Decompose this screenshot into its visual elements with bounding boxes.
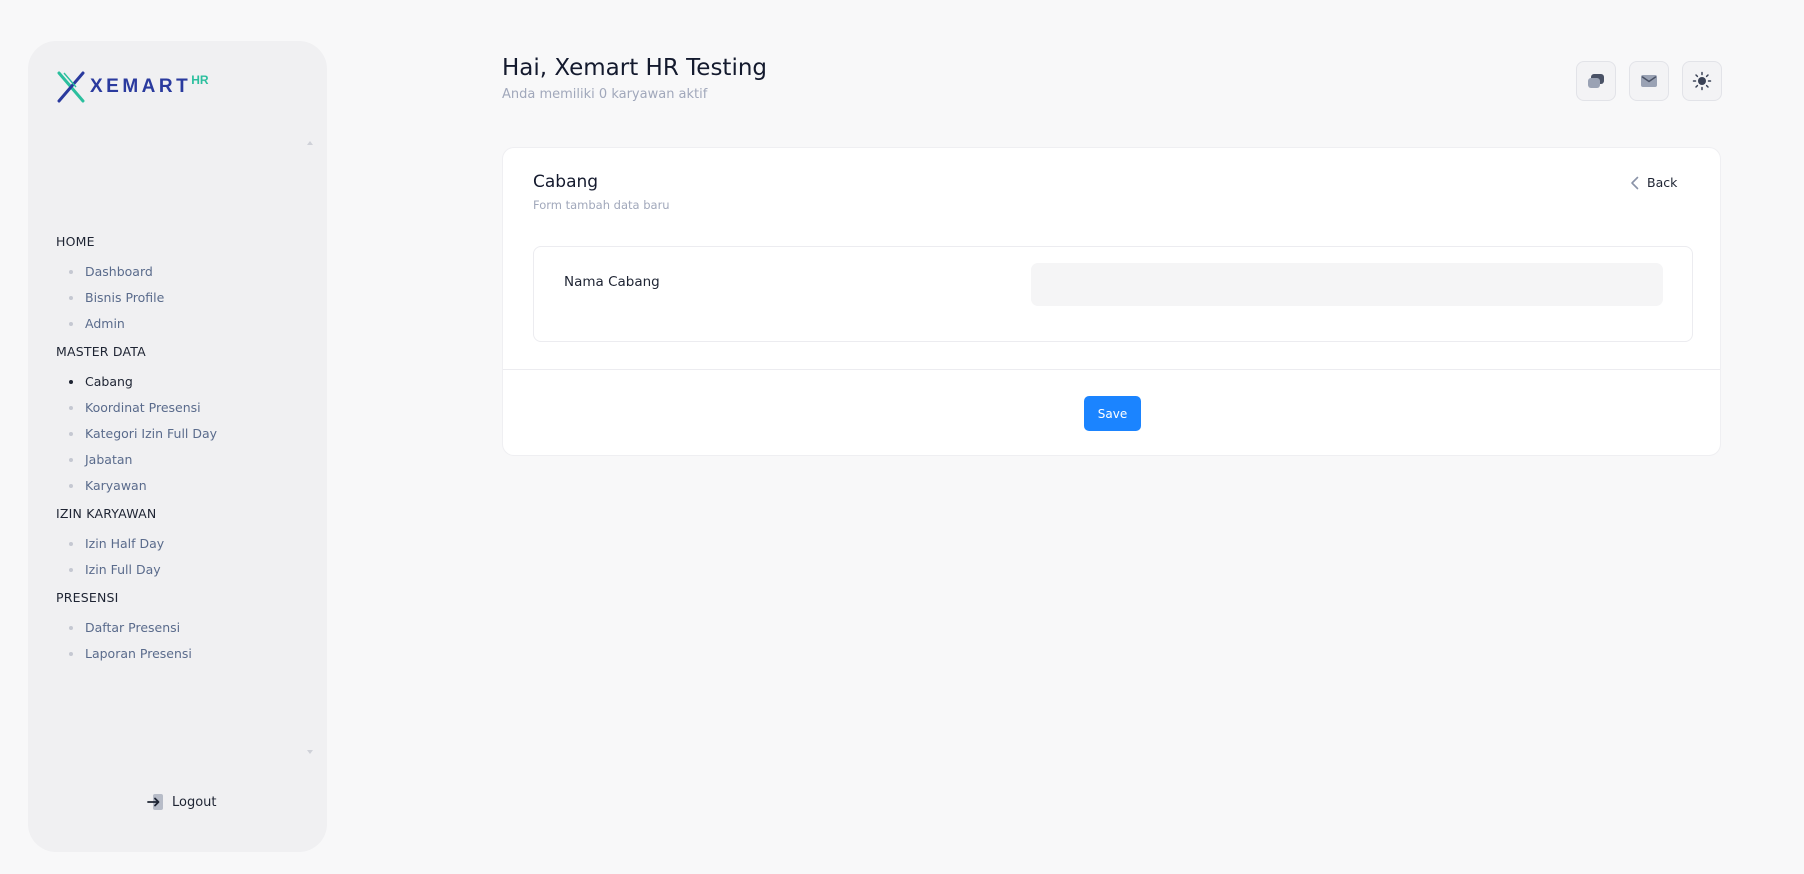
nama-cabang-input[interactable] xyxy=(1031,263,1663,306)
sidebar-item-cabang[interactable]: Cabang xyxy=(56,369,306,395)
page-greeting: Hai, Xemart HR Testing xyxy=(502,55,768,81)
chevron-left-icon xyxy=(1631,176,1639,189)
nama-cabang-label: Nama Cabang xyxy=(564,274,660,290)
logo-text: XEMART xyxy=(90,76,192,97)
mail-button[interactable] xyxy=(1629,61,1669,101)
chat-button[interactable] xyxy=(1576,61,1616,101)
chat-icon xyxy=(1588,74,1604,88)
sidebar-item-kategori-izin-full-day[interactable]: Kategori Izin Full Day xyxy=(56,421,306,447)
nav-list-presensi: Daftar Presensi Laporan Presensi xyxy=(56,615,306,667)
scroll-up-arrow[interactable] xyxy=(307,141,313,145)
save-button[interactable]: Save xyxy=(1084,396,1141,431)
xemart-hr-logo[interactable]: XEMART HR xyxy=(56,70,209,104)
sidebar-item-jabatan[interactable]: Jabatan xyxy=(56,447,306,473)
nav-section-izin-karyawan: IZIN KARYAWAN xyxy=(56,506,157,521)
theme-toggle-button[interactable] xyxy=(1682,61,1722,101)
nav-section-master-data: MASTER DATA xyxy=(56,344,146,359)
logo-superscript: HR xyxy=(191,73,209,87)
sidebar-item-karyawan[interactable]: Karyawan xyxy=(56,473,306,499)
sun-icon xyxy=(1692,71,1712,91)
sidebar-item-izin-half-day[interactable]: Izin Half Day xyxy=(56,531,306,557)
sidebar-item-laporan-presensi[interactable]: Laporan Presensi xyxy=(56,641,306,667)
sidebar-item-admin[interactable]: Admin xyxy=(56,311,306,337)
logout-button[interactable]: Logout xyxy=(146,792,217,812)
sidebar-item-bisnis-profile[interactable]: Bisnis Profile xyxy=(56,285,306,311)
nav-list-home: Dashboard Bisnis Profile Admin xyxy=(56,259,306,337)
nav-list-master-data: Cabang Koordinat Presensi Kategori Izin … xyxy=(56,369,306,499)
sidebar: XEMART HR HOME Dashboard Bisnis Profile … xyxy=(28,41,327,852)
xemart-logo-icon xyxy=(57,71,85,103)
mail-icon xyxy=(1641,75,1657,87)
nav-section-home: HOME xyxy=(56,234,95,249)
logout-label: Logout xyxy=(172,794,217,810)
logout-icon xyxy=(147,794,163,810)
active-employee-count: Anda memiliki 0 karyawan aktif xyxy=(502,87,708,102)
sidebar-item-dashboard[interactable]: Dashboard xyxy=(56,259,306,285)
card-title: Cabang xyxy=(533,172,599,192)
form-field-box: Nama Cabang xyxy=(533,246,1693,342)
nav-list-izin-karyawan: Izin Half Day Izin Full Day xyxy=(56,531,306,583)
sidebar-item-izin-full-day[interactable]: Izin Full Day xyxy=(56,557,306,583)
sidebar-item-koordinat-presensi[interactable]: Koordinat Presensi xyxy=(56,395,306,421)
card-subtitle: Form tambah data baru xyxy=(533,198,670,212)
scroll-down-arrow[interactable] xyxy=(307,750,313,754)
back-label: Back xyxy=(1647,175,1678,190)
sidebar-item-daftar-presensi[interactable]: Daftar Presensi xyxy=(56,615,306,641)
back-button[interactable]: Back xyxy=(1630,175,1677,190)
cabang-form-card: Cabang Form tambah data baru Back Nama C… xyxy=(502,147,1721,456)
card-divider xyxy=(503,369,1720,370)
sidebar-nav: HOME Dashboard Bisnis Profile Admin MAST… xyxy=(56,231,306,671)
nav-section-presensi: PRESENSI xyxy=(56,590,119,605)
